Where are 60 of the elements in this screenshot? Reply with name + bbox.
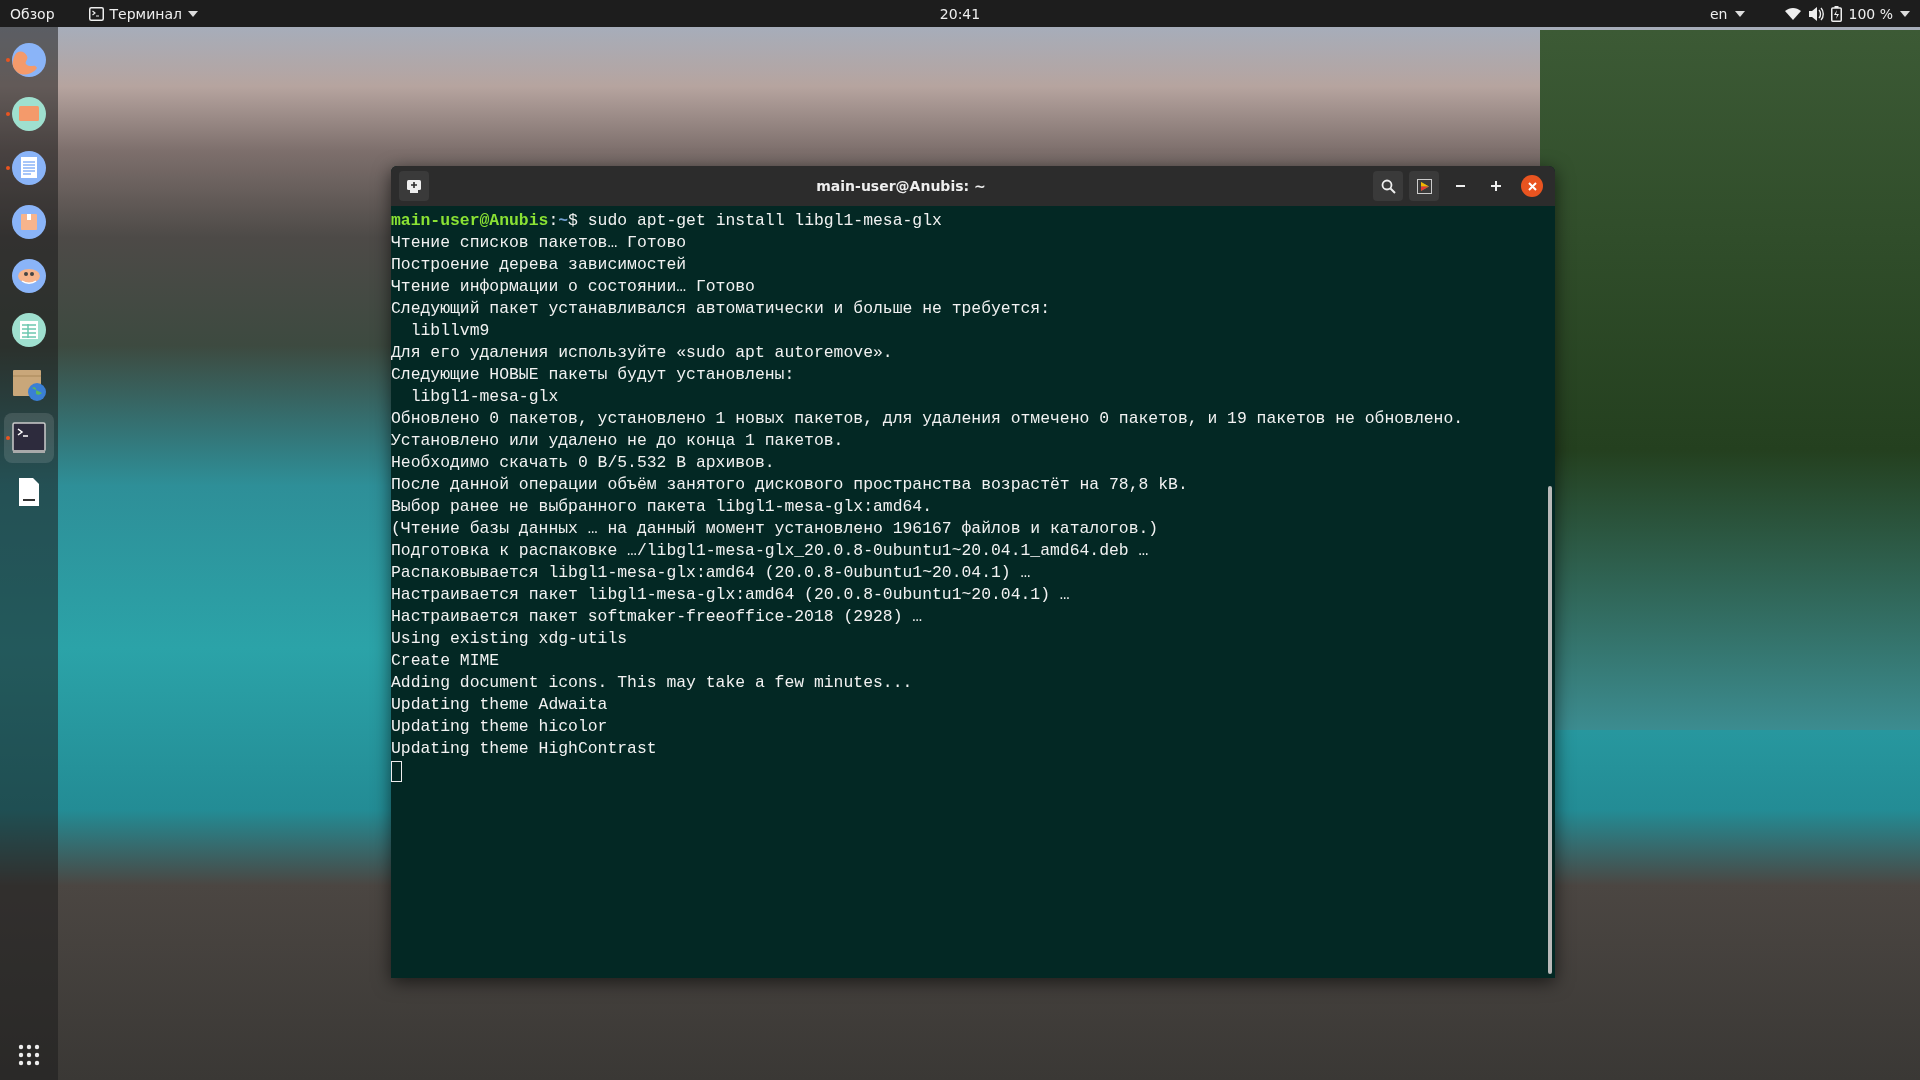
output-line: Обновлено 0 пакетов, установлено 1 новых пакетов, для удаления отмечено 0 пакетов, и 19 пакетов не обновлено. (391, 408, 1465, 430)
new-tab-icon (407, 179, 421, 193)
document-icon (10, 149, 48, 187)
output-line: После данной операции объём занятого дискового пространства возрастёт на 78,8 kB. (391, 474, 1189, 496)
clock[interactable]: 20:41 (939, 5, 981, 22)
battery-icon (1830, 5, 1842, 22)
app-grid-icon[interactable] (18, 1044, 40, 1066)
output-line: Чтение информации о состоянии… Готово (391, 276, 756, 298)
output-line: Необходимо скачать 0 B/5.532 B архивов. (391, 452, 776, 474)
activities-button[interactable]: Обзор (10, 5, 55, 22)
search-button[interactable] (1373, 171, 1403, 201)
search-icon (1380, 178, 1396, 194)
wifi-icon (1784, 7, 1801, 20)
dock-item[interactable] (4, 413, 54, 463)
minimize-icon (1455, 185, 1465, 187)
output-line: Updating theme HighContrast (391, 738, 658, 760)
caret-icon (187, 10, 198, 17)
output-line: Распаковывается libgl1-mesa-glx:amd64 (20.0.8-0ubuntu1~20.04.1) … (391, 562, 1032, 584)
volume-icon (1807, 6, 1824, 21)
scrollbar-thumb[interactable] (1548, 486, 1552, 974)
new-tab-button[interactable] (399, 171, 429, 201)
terminal-icon (88, 6, 104, 21)
plus-icon (1491, 181, 1501, 191)
window-icon (10, 95, 48, 133)
output-line: Updating theme Adwaita (391, 694, 609, 716)
text-cursor (391, 761, 402, 782)
output-line: Выбор ранее не выбранного пакета libgl1-mesa-glx:amd64. (391, 496, 933, 518)
caret-icon (1900, 10, 1910, 17)
output-line: Create MIME (391, 650, 501, 672)
output-line: libllvm9 (409, 320, 491, 342)
app-menu[interactable]: Терминал (109, 5, 182, 22)
output-line: (Чтение базы данных … на данный момент установлено 196167 файлов и каталогов.) (391, 518, 1160, 540)
close-icon (1527, 181, 1537, 191)
output-line: Подготовка к распаковке …/libgl1-mesa-glx_20.0.8-0ubuntu1~20.04.1_amd64.deb … (391, 540, 1150, 562)
output-line: Установлено или удалено не до конца 1 пакетов. (391, 430, 845, 452)
play-square-icon (1416, 178, 1432, 194)
caret-icon (1734, 10, 1745, 17)
prompt-line: main-user@Anubis:~$ sudo apt-get install libgl1-mesa-glx (391, 210, 943, 232)
output-line: Настраивается пакет libgl1-mesa-glx:amd64 (20.0.8-0ubuntu1~20.04.1) … (391, 584, 1071, 606)
output-line: Using existing xdg-utils (391, 628, 629, 650)
output-line: Updating theme hicolor (391, 716, 609, 738)
battery-percentage[interactable]: 100 % (1848, 5, 1893, 22)
output-line: Настраивается пакет softmaker-freeoffice-2018 (2928) … (391, 606, 924, 628)
language-menu[interactable]: en (1710, 5, 1728, 22)
close-button[interactable] (1521, 175, 1543, 197)
creature-face-icon (10, 257, 48, 295)
globe-icon (10, 41, 48, 79)
output-line: Следующие НОВЫЕ пакеты будут установлены: (391, 364, 796, 386)
file-icon (17, 477, 41, 507)
terminal-icon (12, 422, 46, 454)
output-line: Для его удаления используйте «sudo apt autoremove». (391, 342, 894, 364)
menu-button[interactable] (1409, 171, 1439, 201)
window-title: main-user@Anubis: ~ (815, 178, 987, 194)
spreadsheet-icon (10, 311, 48, 349)
box-icon (10, 203, 48, 241)
output-line: Следующий пакет устанавливался автоматически и больше не требуется: (391, 298, 1051, 320)
output-line: Adding document icons. This may take a few minutes... (391, 672, 914, 694)
output-line: libgl1-mesa-glx (409, 386, 560, 408)
output-line: Чтение списков пакетов… Готово (391, 232, 688, 254)
output-line: Построение дерева зависимостей (391, 254, 688, 276)
